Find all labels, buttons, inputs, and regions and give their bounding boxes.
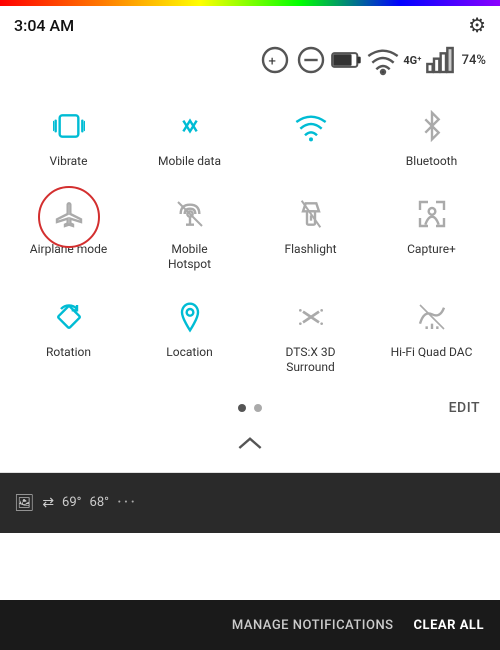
hotspot-icon-container <box>168 192 212 236</box>
location-label: Location <box>166 345 212 361</box>
qs-tile-vibrate[interactable]: Vibrate <box>8 92 129 180</box>
bluetooth-icon-container <box>410 104 454 148</box>
qs-tile-hifi-dac[interactable]: Hi-Fi Quad DAC <box>371 283 492 386</box>
qs-tile-mobile-data[interactable]: Mobile data <box>129 92 250 180</box>
qs-tile-wifi[interactable] <box>250 92 371 180</box>
qs-tile-hotspot[interactable]: Mobile Hotspot <box>129 180 250 283</box>
lte-icon: 4G⁺ <box>403 54 421 67</box>
edit-button[interactable]: EDIT <box>449 400 480 416</box>
more-dots: ··· <box>117 492 137 513</box>
pagination-dot-1[interactable] <box>238 404 246 412</box>
bottom-bar: MANAGE NOTIFICATIONS CLEAR ALL <box>0 600 500 650</box>
notification-content: 🖼 ⇄ 69° 68° ··· <box>14 492 137 513</box>
bluetooth-label: Bluetooth <box>406 154 457 170</box>
notification-area: 🖼 ⇄ 69° 68° ··· <box>0 473 500 533</box>
qs-tile-dts[interactable]: DTS:X 3D Surround <box>250 283 371 386</box>
signal-bars-icon <box>426 44 458 76</box>
qs-tile-rotation[interactable]: Rotation <box>8 283 129 386</box>
wifi-icon-container <box>289 104 333 148</box>
qs-tile-location[interactable]: Location <box>129 283 250 386</box>
photo-icon: 🖼 <box>14 493 34 512</box>
battery-percent: 74% <box>462 53 486 68</box>
rotation-icon <box>53 301 85 333</box>
hotspot-label: Mobile Hotspot <box>168 242 211 273</box>
rotation-label: Rotation <box>46 345 91 361</box>
dts-icon-container <box>289 295 333 339</box>
hifi-icon <box>416 301 448 333</box>
capture-plus-icon <box>416 198 448 230</box>
airplane-circle-highlight <box>38 186 100 248</box>
location-icon <box>174 301 206 333</box>
pagination-row: EDIT <box>0 390 500 418</box>
temp-text: 69° <box>62 495 81 510</box>
mobile-data-label: Mobile data <box>158 154 221 170</box>
brightness-icon: + <box>259 44 291 76</box>
hifi-icon-container <box>410 295 454 339</box>
vibrate-icon <box>53 110 85 142</box>
flashlight-icon-container <box>289 192 333 236</box>
status-icons-row: + 4G⁺ 74% <box>0 42 500 82</box>
hotspot-icon <box>174 198 206 230</box>
pagination-dot-2[interactable] <box>254 404 262 412</box>
qs-tile-airplane-mode[interactable]: Airplane mode <box>8 180 129 283</box>
arrows-icon: ⇄ <box>42 495 54 511</box>
wifi-qs-icon <box>295 110 327 142</box>
capture-plus-label: Capture+ <box>407 242 456 258</box>
vibrate-label: Vibrate <box>50 154 88 170</box>
status-time: 3:04 AM <box>14 16 74 35</box>
qs-tile-capture-plus[interactable]: Capture+ <box>371 180 492 283</box>
bluetooth-icon <box>416 110 448 142</box>
qs-tile-flashlight[interactable]: Flashlight <box>250 180 371 283</box>
clear-all-button[interactable]: CLEAR ALL <box>414 618 484 633</box>
flashlight-icon <box>295 198 327 230</box>
dts-label: DTS:X 3D Surround <box>286 345 336 376</box>
wifi-status-icon <box>367 44 399 76</box>
manage-notifications-button[interactable]: MANAGE NOTIFICATIONS <box>232 618 394 633</box>
collapse-icon <box>234 428 266 460</box>
battery-icon <box>331 44 363 76</box>
svg-text:+: + <box>269 54 277 69</box>
temp2-text: 68° <box>90 495 109 510</box>
flashlight-label: Flashlight <box>285 242 337 258</box>
qs-tile-bluetooth[interactable]: Bluetooth <box>371 92 492 180</box>
rotation-icon-container <box>47 295 91 339</box>
settings-icon[interactable]: ⚙ <box>468 13 486 37</box>
quick-settings-grid: Vibrate Mobile data <box>0 82 500 390</box>
capture-plus-icon-container <box>410 192 454 236</box>
status-bar: 3:04 AM ⚙ <box>0 6 500 42</box>
location-icon-container <box>168 295 212 339</box>
mobile-data-icon-container <box>168 104 212 148</box>
hifi-dac-label: Hi-Fi Quad DAC <box>391 345 473 361</box>
vibrate-icon-container <box>47 104 91 148</box>
expand-handle[interactable] <box>0 418 500 472</box>
mobile-data-icon <box>174 110 206 142</box>
minus-circle-icon <box>295 44 327 76</box>
dts-icon <box>295 301 327 333</box>
